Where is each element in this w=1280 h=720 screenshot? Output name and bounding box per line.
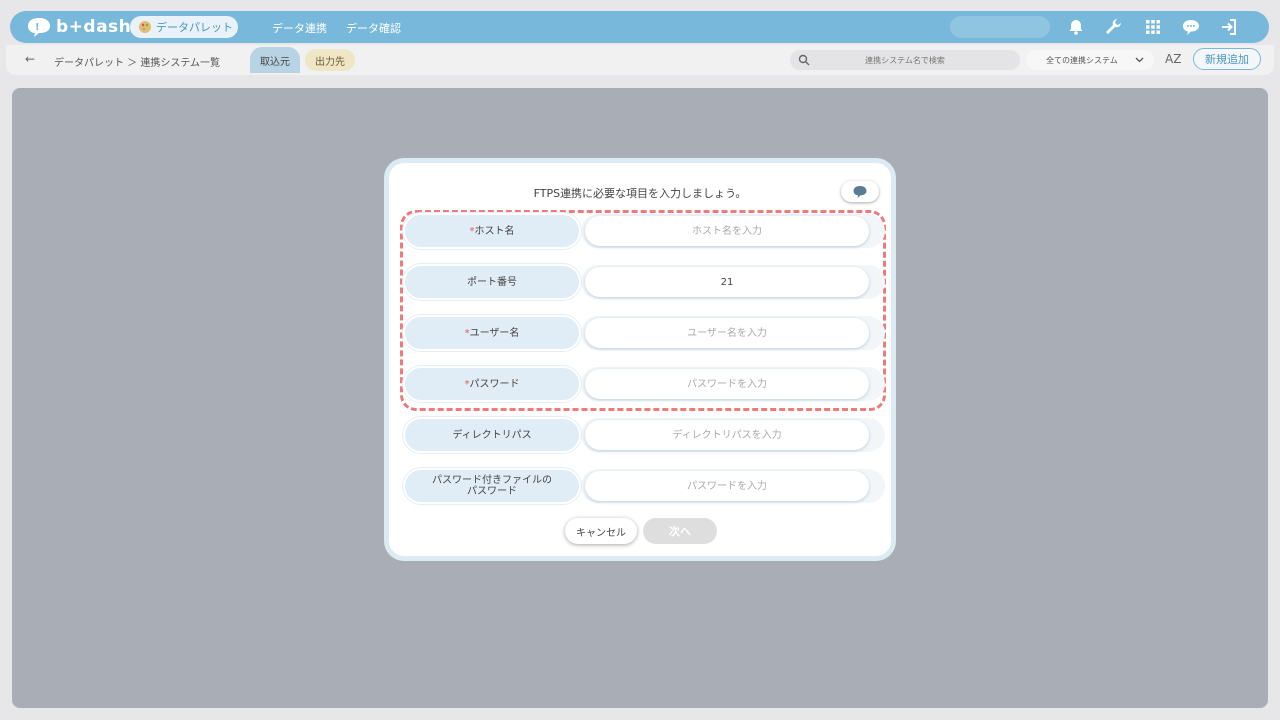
host-label: * ホスト名	[403, 213, 581, 249]
add-new-button[interactable]: 新規追加	[1193, 48, 1261, 70]
search-input[interactable]	[810, 55, 1000, 65]
field-row-username: * ユーザー名	[403, 315, 885, 351]
directory-input[interactable]	[585, 420, 869, 450]
search-box[interactable]	[790, 50, 1020, 70]
logout-icon[interactable]	[1219, 17, 1239, 37]
field-row-port: ポート番号	[403, 264, 885, 300]
username-input[interactable]	[585, 318, 869, 348]
port-input[interactable]	[585, 267, 869, 297]
field-row-password: * パスワード	[403, 366, 885, 402]
chevron-down-icon	[1135, 57, 1144, 63]
sub-header: ← データパレット ＞ 連携システム一覧 取込元 出力先 全ての連携システム A…	[6, 45, 1274, 75]
field-row-directory: ディレクトリパス	[403, 417, 885, 453]
port-label: ポート番号	[403, 264, 581, 300]
modal-title: FTPS連携に必要な項目を入力しましょう。	[533, 187, 747, 200]
ftps-settings-modal: FTPS連携に必要な項目を入力しましょう。 *ホスト名 ポート番号 *ユーザー名…	[384, 158, 896, 561]
sort-az-icon[interactable]: AZ	[1165, 52, 1181, 66]
data-palette-label: データパレット	[156, 21, 233, 34]
system-filter-select[interactable]: 全ての連携システム	[1026, 50, 1154, 70]
search-icon	[798, 54, 810, 66]
field-row-file-password: パスワード付きファイルの パスワード	[403, 468, 885, 504]
user-info-blurred	[950, 16, 1050, 38]
logo[interactable]: ! b+dash	[26, 15, 131, 39]
username-label: * ユーザー名	[403, 315, 581, 351]
logo-bubble-icon: !	[28, 18, 50, 37]
host-input[interactable]	[585, 216, 869, 246]
file-password-input[interactable]	[585, 471, 869, 501]
help-button[interactable]	[841, 181, 879, 202]
svg-text:!: !	[35, 22, 40, 33]
password-label: * パスワード	[403, 366, 581, 402]
apps-grid-icon[interactable]	[1143, 17, 1163, 37]
tab-source[interactable]: 取込元	[250, 47, 300, 73]
cancel-button[interactable]: キャンセル	[565, 518, 637, 544]
top-bar: ! b+dash データパレット データ連携 データ確認	[10, 11, 1269, 43]
file-password-label: パスワード付きファイルの パスワード	[403, 468, 581, 504]
nav-data-check[interactable]: データ確認	[346, 20, 401, 36]
next-button[interactable]: 次へ	[643, 518, 717, 544]
logo-text: b+dash	[56, 17, 132, 37]
nav-data-link[interactable]: データ連携	[272, 20, 327, 36]
directory-label: ディレクトリパス	[403, 417, 581, 453]
data-palette-button[interactable]: データパレット	[130, 16, 238, 38]
support-chat-icon[interactable]	[1181, 17, 1201, 37]
help-chat-icon	[853, 185, 867, 198]
system-filter-value: 全ての連携システム	[1046, 55, 1118, 65]
wrench-icon[interactable]	[1103, 17, 1123, 37]
back-arrow-icon[interactable]: ←	[25, 52, 35, 66]
tab-output[interactable]: 出力先	[305, 49, 355, 71]
breadcrumb: データパレット ＞ 連携システム一覧	[54, 58, 221, 69]
bell-icon[interactable]	[1066, 17, 1086, 37]
password-input[interactable]	[585, 369, 869, 399]
palette-icon	[139, 21, 151, 33]
field-row-host: * ホスト名	[403, 213, 885, 249]
